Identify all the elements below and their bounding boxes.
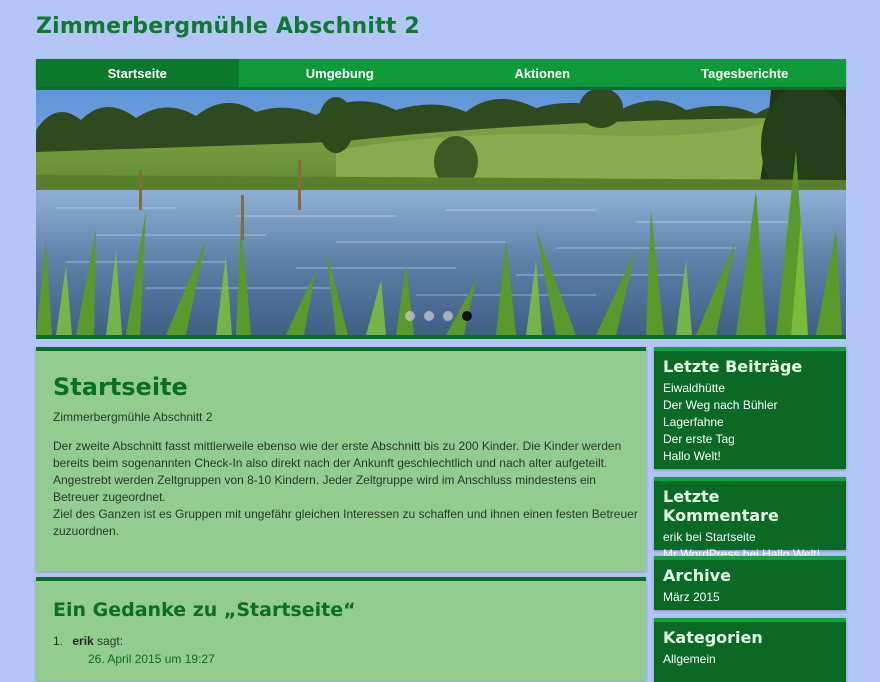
nav-item-umgebung[interactable]: Umgebung: [239, 59, 442, 87]
nav-item-aktionen[interactable]: Aktionen: [441, 59, 644, 87]
comment-said: sagt:: [97, 634, 124, 648]
hero-slider-image: [36, 90, 846, 335]
lake-landscape-photo: [36, 90, 846, 335]
nav-item-startseite[interactable]: Startseite: [36, 59, 239, 87]
nav-item-tagesberichte[interactable]: Tagesberichte: [644, 59, 847, 87]
widget-recent-posts: Letzte Beiträge Eiwaldhütte Der Weg nach…: [654, 347, 846, 469]
recent-comment-link[interactable]: erik bei Startseite: [663, 530, 756, 544]
comment-author: erik: [72, 634, 94, 648]
page-title: Startseite: [53, 373, 188, 401]
recent-post-link[interactable]: Eiwaldhütte: [663, 381, 725, 395]
recent-post-link[interactable]: Der erste Tag: [663, 432, 735, 446]
widget-title-recent-posts: Letzte Beiträge: [663, 357, 803, 376]
slider-dot-1[interactable]: [405, 311, 415, 321]
recent-post-link[interactable]: Lagerfahne: [663, 415, 724, 429]
comment-number: 1.: [53, 634, 64, 648]
comment-date-link[interactable]: 26. April 2015 um 19:27: [88, 652, 215, 666]
slider-dot-3[interactable]: [443, 311, 453, 321]
widget-recent-comments: Letzte Kommentare erik bei Startseite Mr…: [654, 477, 846, 561]
comments-section: Ein Gedanke zu „Startseite“ 1. erik sagt…: [36, 577, 646, 681]
site-title[interactable]: Zimmerbergmühle Abschnitt 2: [36, 14, 420, 39]
slider-dot-2[interactable]: [424, 311, 434, 321]
article-paragraph-1: Der zweite Abschnitt fasst mittlerweile …: [53, 439, 622, 504]
widget-categories: Kategorien Allgemein: [654, 618, 846, 682]
widget-archive: Archive März 2015: [654, 556, 846, 610]
hero-divider: [36, 335, 846, 339]
page-subtitle: Zimmerbergmühle Abschnitt 2: [53, 410, 213, 424]
widget-title-recent-comments: Letzte Kommentare: [663, 487, 779, 525]
recent-post-link[interactable]: Hallo Welt!: [663, 449, 721, 463]
main-article: Startseite Zimmerbergmühle Abschnitt 2 D…: [36, 347, 646, 571]
recent-post-link[interactable]: Der Weg nach Bühler: [663, 398, 778, 412]
comment-item: 1. erik sagt:: [53, 634, 123, 648]
slider-dot-4[interactable]: [462, 311, 472, 321]
slider-pagination: [405, 311, 472, 321]
main-navigation: Startseite Umgebung Aktionen Tagesberich…: [36, 59, 846, 87]
category-link[interactable]: Allgemein: [663, 652, 716, 666]
comments-title: Ein Gedanke zu „Startseite“: [53, 599, 356, 621]
widget-title-archive: Archive: [663, 566, 731, 585]
widget-title-categories: Kategorien: [663, 628, 763, 647]
archive-link[interactable]: März 2015: [663, 590, 720, 604]
article-paragraph-2: Ziel des Ganzen ist es Gruppen mit ungef…: [53, 507, 638, 538]
article-body: Der zweite Abschnitt fasst mittlerweile …: [53, 438, 638, 540]
